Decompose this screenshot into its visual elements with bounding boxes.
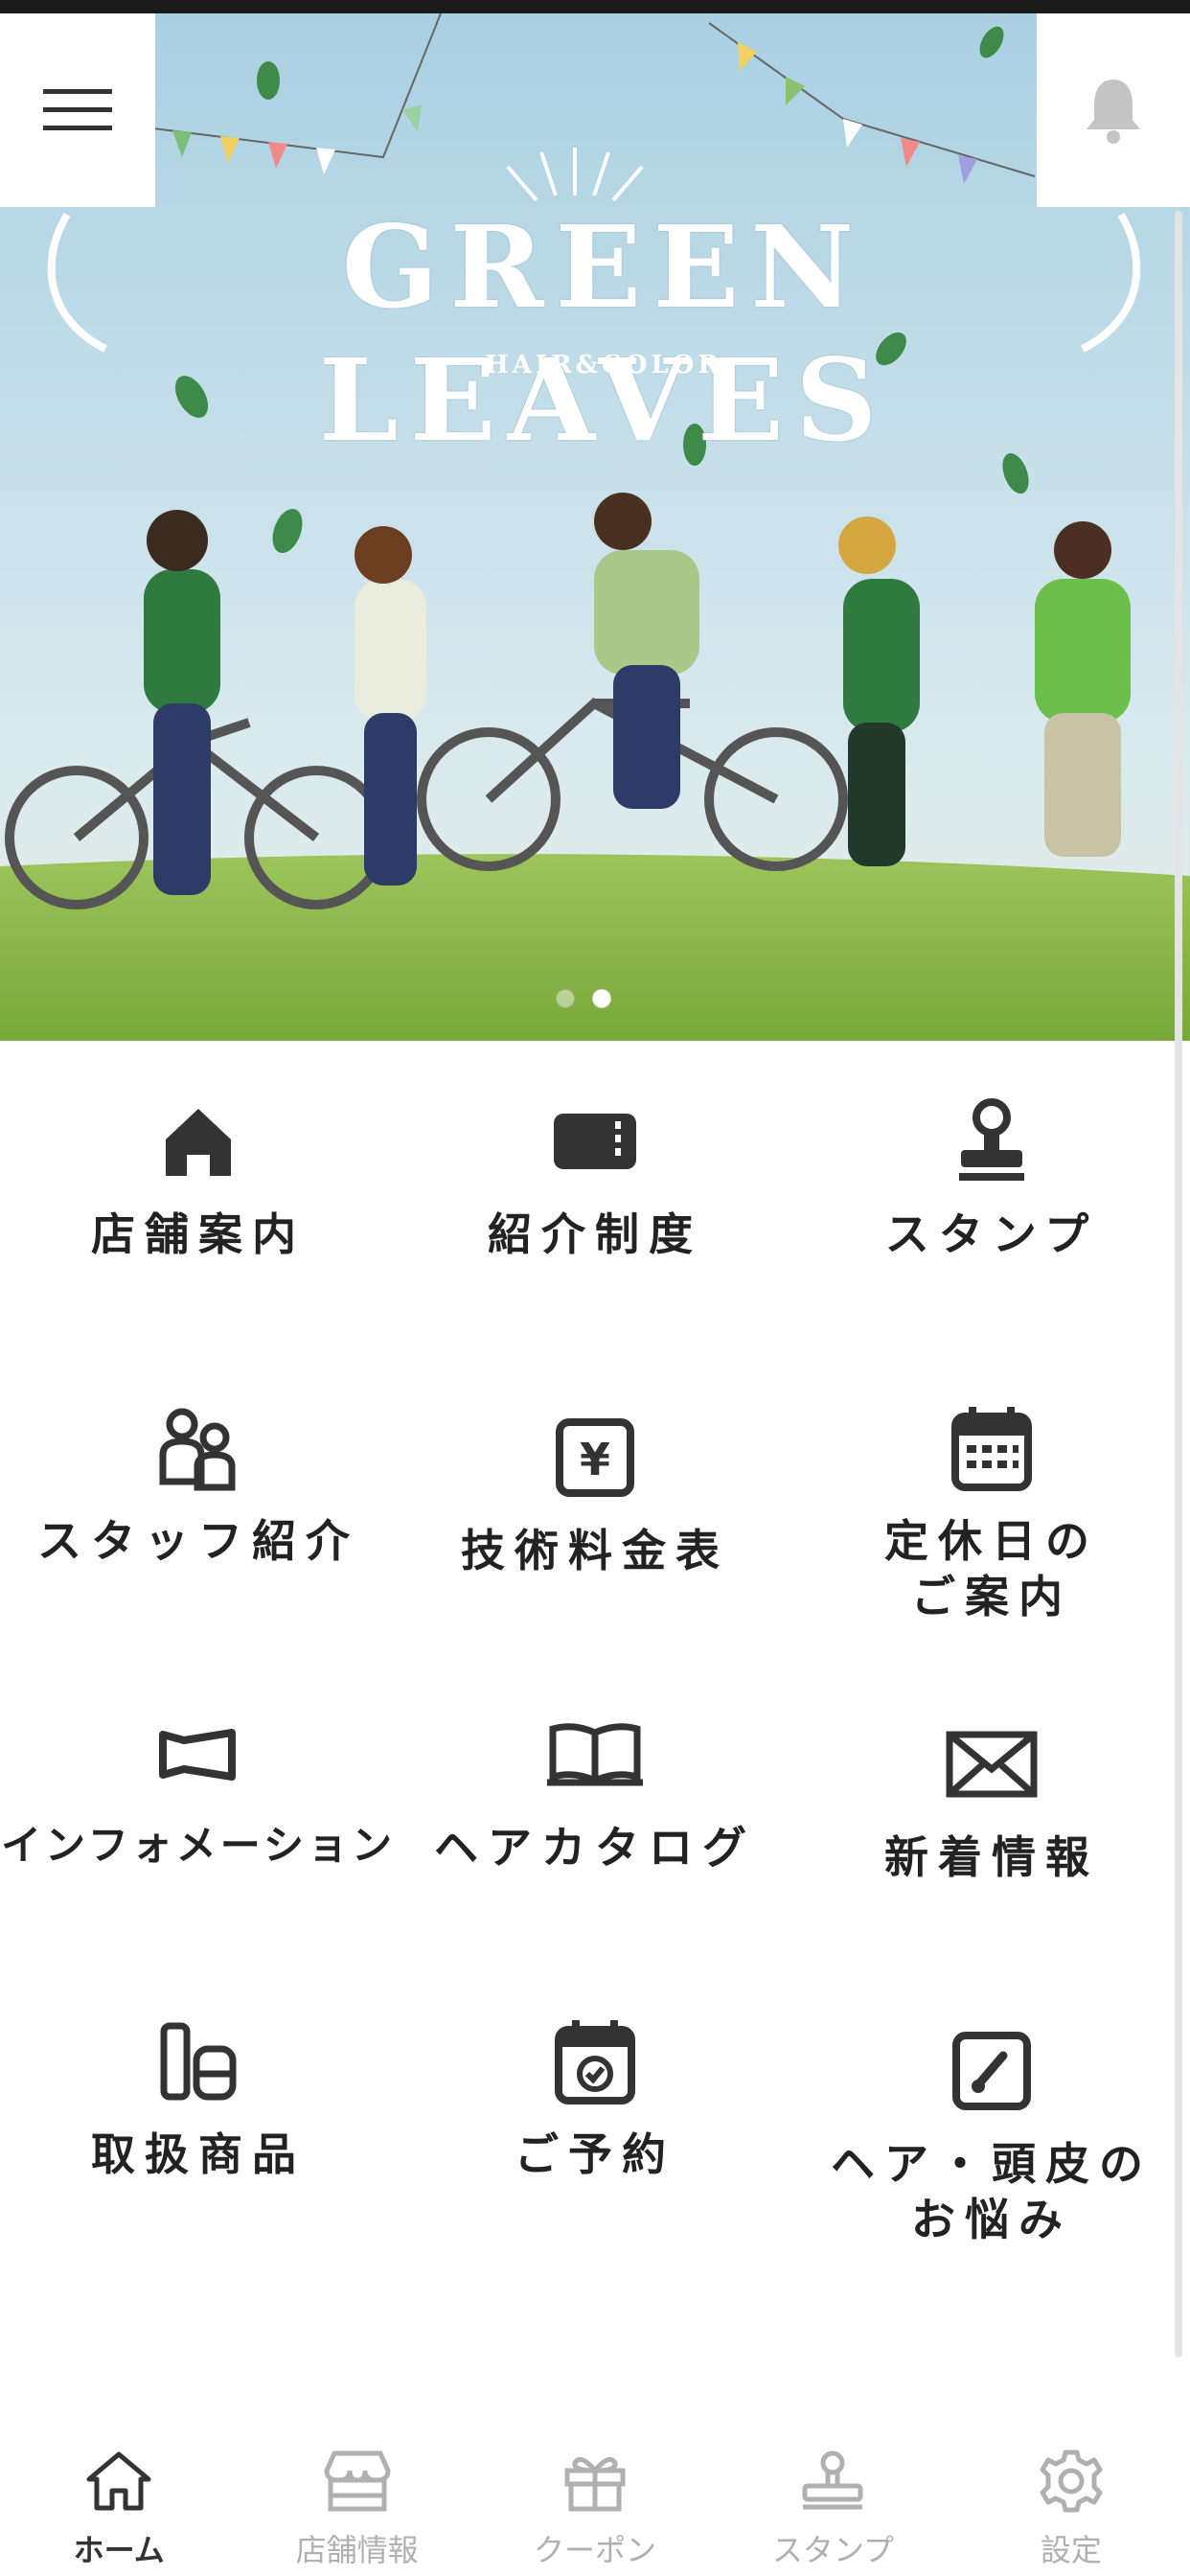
hero-banner[interactable]: GREEN LEAVES HAIR&COLOR: [0, 13, 1190, 1041]
stamp-icon: [939, 1089, 1044, 1194]
scrollbar[interactable]: [1175, 211, 1182, 2358]
tab-label: クーポン: [534, 2532, 657, 2568]
tab-home[interactable]: ホーム: [0, 2411, 238, 2576]
tile-label: ご予約: [515, 2128, 675, 2180]
tile-label: 技術料金表: [461, 1525, 729, 1576]
gear-icon: [1033, 2448, 1110, 2515]
yen-icon: ¥: [542, 1405, 648, 1510]
tab-coupon[interactable]: クーポン: [476, 2411, 714, 2576]
status-bar: [0, 0, 1190, 13]
tile-label: 取扱商品: [91, 2128, 306, 2180]
tile-news[interactable]: 新着情報: [793, 1712, 1190, 1886]
tab-stamp[interactable]: スタンプ: [714, 2411, 951, 2576]
svg-text:¥: ¥: [580, 1434, 610, 1485]
envelope-icon: [939, 1712, 1044, 1817]
tile-label: ヘアカタログ: [434, 1822, 756, 1874]
tile-stamp[interactable]: スタンプ: [793, 1089, 1190, 1263]
tab-store-info[interactable]: 店舗情報: [238, 2411, 475, 2576]
tile-hair-concerns[interactable]: ヘア・頭皮の お悩み: [793, 2018, 1190, 2247]
carousel-dot-2[interactable]: [592, 989, 611, 1008]
tile-label: ヘア・頭皮の お悩み: [831, 2138, 1153, 2245]
tab-label: スタンプ: [771, 2532, 894, 2568]
tile-store-guide[interactable]: 店舗案内: [0, 1089, 397, 1263]
brand-logo-title: GREEN LEAVES: [318, 200, 889, 467]
bottles-icon: [146, 2009, 251, 2114]
bell-icon: [1087, 80, 1140, 144]
hero-illustration: [0, 13, 1190, 1041]
home-icon: [146, 1089, 251, 1194]
tile-products[interactable]: 取扱商品: [0, 2009, 397, 2183]
calendar-icon: [939, 1395, 1044, 1501]
tile-label: スタンプ: [884, 1208, 1099, 1260]
tile-label: 紹介制度: [488, 1208, 702, 1260]
carousel-indicator[interactable]: [556, 989, 611, 1008]
tile-label: 店舗案内: [91, 1208, 306, 1260]
tile-hair-catalog[interactable]: ヘアカタログ: [397, 1702, 793, 1876]
tile-label: 新着情報: [884, 1831, 1099, 1883]
tile-reservation[interactable]: ご予約: [397, 2009, 793, 2183]
carousel-dot-1[interactable]: [556, 989, 575, 1008]
storefront-icon: [319, 2448, 396, 2515]
menu-button[interactable]: [0, 13, 155, 207]
tab-label: ホーム: [73, 2532, 165, 2568]
gift-icon: [557, 2448, 633, 2515]
note-pencil-icon: [939, 2018, 1044, 2124]
brand-logo-subtitle: HAIR&COLOR: [485, 351, 722, 380]
tab-settings[interactable]: 設定: [952, 2411, 1190, 2576]
tile-holiday-info[interactable]: 定休日の ご案内: [793, 1395, 1190, 1624]
tile-label: スタッフ紹介: [37, 1515, 359, 1567]
tab-label: 店舗情報: [295, 2532, 419, 2568]
tile-price-list[interactable]: ¥ 技術料金表: [397, 1405, 793, 1579]
tile-information[interactable]: インフォメーション: [0, 1702, 397, 1872]
tile-staff-intro[interactable]: スタッフ紹介: [0, 1395, 397, 1570]
people-icon: [146, 1395, 251, 1501]
tile-label: インフォメーション: [1, 1822, 396, 1869]
tile-label: 定休日の ご案内: [884, 1515, 1099, 1622]
ticket-icon: [542, 1089, 648, 1194]
hamburger-icon: [43, 89, 112, 130]
stamp-outline-icon: [794, 2448, 871, 2515]
tab-label: 設定: [1040, 2532, 1102, 2568]
calendar-check-icon: [542, 2009, 648, 2114]
bottom-tab-bar: ホーム 店舗情報 クーポン スタンプ 設定: [0, 2411, 1190, 2576]
menu-grid: 店舗案内 紹介制度 スタンプ スタッフ紹介 ¥ 技術料金表 定休日の ご案内 イ…: [0, 1041, 1190, 2411]
notification-button[interactable]: [1037, 13, 1190, 207]
tile-referral-program[interactable]: 紹介制度: [397, 1089, 793, 1263]
book-icon: [542, 1702, 648, 1807]
megaphone-icon: [146, 1702, 251, 1807]
home-outline-icon: [80, 2448, 157, 2515]
